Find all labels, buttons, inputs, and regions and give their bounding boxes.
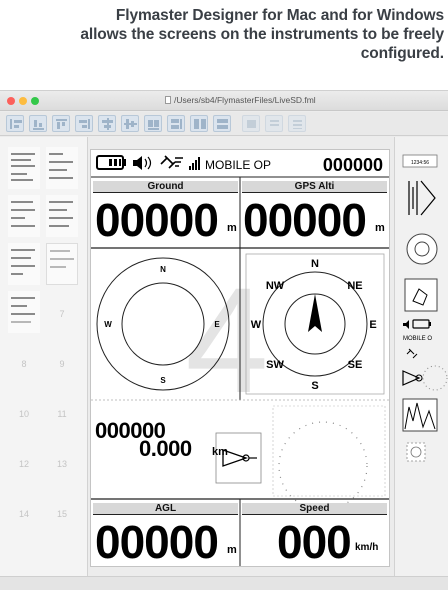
center-vertical-icon[interactable] xyxy=(121,115,139,132)
page-thumbnail[interactable] xyxy=(8,195,40,237)
mobile-label: MOBILE O xyxy=(403,336,432,342)
gps-alti-label: GPS Alti xyxy=(242,181,387,193)
vario-bar-icon xyxy=(408,180,436,216)
compass-widget-icon xyxy=(406,233,438,265)
title-bar: /Users/sb4/FlymasterFiles/LiveSD.fml xyxy=(0,91,448,111)
agl-value: 00000 xyxy=(95,516,219,568)
compass-e: E xyxy=(214,320,220,329)
align-bottom-icon[interactable] xyxy=(29,115,47,132)
align-left-icon[interactable] xyxy=(6,115,24,132)
battery-icon xyxy=(96,155,126,170)
altitude-graph-icon xyxy=(402,398,438,432)
compass2-w: W xyxy=(251,319,262,331)
page-thumbnail[interactable] xyxy=(8,243,40,285)
thermal-icon xyxy=(406,442,426,462)
document-icon xyxy=(165,96,171,104)
speed-label: Speed xyxy=(242,503,387,515)
status-operator: MOBILE OP xyxy=(205,158,271,172)
page-thumbnail[interactable] xyxy=(46,243,78,285)
gps-alti-unit: m xyxy=(375,222,385,234)
speed-unit: km/h xyxy=(355,542,379,553)
same-width-icon[interactable] xyxy=(190,115,208,132)
compass-arrow-icon xyxy=(308,294,322,332)
gps-satellite-icon xyxy=(160,155,183,169)
distance-km-value: 0.000 xyxy=(139,436,192,461)
numeric-widget-icon: 1234:56 xyxy=(402,154,438,168)
caption-line-3: configured. xyxy=(360,45,444,62)
page-number[interactable]: 13 xyxy=(46,459,78,469)
designer-window: /Users/sb4/FlymasterFiles/LiveSD.fml 7 8… xyxy=(0,90,448,590)
file-path: /Users/sb4/FlymasterFiles/LiveSD.fml xyxy=(174,95,316,105)
align-top-icon[interactable] xyxy=(52,115,70,132)
wind-arrow-icon xyxy=(215,432,262,484)
page-number[interactable]: 9 xyxy=(46,359,78,369)
agl-unit: m xyxy=(227,544,237,556)
page-number[interactable]: 10 xyxy=(8,409,40,419)
close-button[interactable] xyxy=(7,97,15,105)
distance-unit: km xyxy=(212,446,228,458)
compass2-e: E xyxy=(369,319,376,331)
signal-icon xyxy=(189,157,200,170)
palette-graphics: 1234:56 MOBILE O xyxy=(402,154,448,462)
device-screen: 4 MOBILE OP 000000 N E S W N NE E SE S S… xyxy=(90,149,390,568)
page-thumbnail[interactable] xyxy=(8,291,40,333)
status-widget-icon: MOBILE O xyxy=(403,319,432,359)
page-thumbnail[interactable] xyxy=(8,147,40,189)
caption: Flymaster Designer for Mac and for Windo… xyxy=(0,6,446,63)
compass-s: S xyxy=(160,376,166,385)
ground-unit: m xyxy=(227,222,237,234)
page-number[interactable]: 8 xyxy=(8,359,40,369)
glider-arrow-icon xyxy=(402,365,448,391)
bring-front-icon[interactable] xyxy=(242,115,260,132)
speed-value: 000 xyxy=(277,516,352,568)
widget-palette: 1234:56 MOBILE O xyxy=(394,137,448,590)
gps-alti-value: 00000 xyxy=(243,194,367,246)
ground-value: 00000 xyxy=(95,194,219,246)
align-right-icon[interactable] xyxy=(75,115,93,132)
caption-line-1: Flymaster Designer for Mac and for Windo… xyxy=(115,7,444,24)
ground-label: Ground xyxy=(93,181,238,193)
distribute-bottom-icon[interactable] xyxy=(144,115,162,132)
group-icon[interactable] xyxy=(288,115,306,132)
zoom-button[interactable] xyxy=(31,97,39,105)
toolbar xyxy=(0,112,448,136)
map-widget-icon xyxy=(404,278,438,312)
page-thumbnail[interactable] xyxy=(46,147,78,189)
minimize-button[interactable] xyxy=(19,97,27,105)
compass2-sw: SW xyxy=(266,359,284,371)
compass2-se: SE xyxy=(348,359,363,371)
distribute-right-icon[interactable] xyxy=(167,115,185,132)
compass-w: W xyxy=(104,320,112,329)
page-number[interactable]: 7 xyxy=(46,309,78,319)
compass2-n: N xyxy=(311,258,319,270)
numeric-widget-label: 1234:56 xyxy=(411,160,429,166)
agl-label: AGL xyxy=(93,503,238,515)
compass2-nw: NW xyxy=(266,280,285,292)
status-value: 000000 xyxy=(323,155,383,175)
page-number[interactable]: 15 xyxy=(46,509,78,519)
compass2-s: S xyxy=(311,380,318,392)
center-horizontal-icon[interactable] xyxy=(98,115,116,132)
window-title: /Users/sb4/FlymasterFiles/LiveSD.fml xyxy=(165,95,316,105)
send-back-icon[interactable] xyxy=(265,115,283,132)
speaker-icon xyxy=(133,156,152,170)
page-number[interactable]: 14 xyxy=(8,509,40,519)
compass2-ne: NE xyxy=(347,280,362,292)
status-bar xyxy=(0,576,448,590)
caption-line-2: allows the screens on the instruments to… xyxy=(80,26,444,43)
page-number[interactable]: 12 xyxy=(8,459,40,469)
page-thumbnail[interactable] xyxy=(46,195,78,237)
same-height-icon[interactable] xyxy=(213,115,231,132)
compass-n: N xyxy=(160,265,166,274)
page-number[interactable]: 11 xyxy=(46,409,78,419)
page-list-panel: 7 8 9 10 11 12 13 14 15 xyxy=(0,137,88,590)
vario-gauge-icon xyxy=(272,405,386,511)
